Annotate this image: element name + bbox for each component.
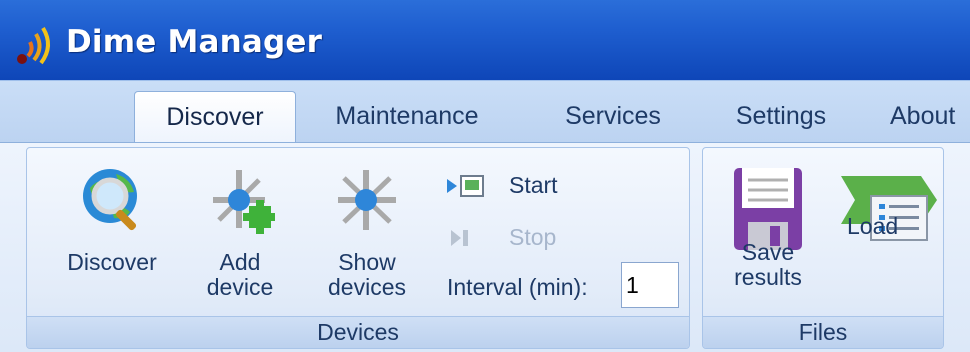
add-device-icon	[213, 170, 275, 234]
show-devices-label-1: Show	[338, 249, 396, 275]
save-label-2: results	[734, 264, 802, 290]
show-devices-button[interactable]: Show devices	[307, 166, 427, 300]
window-title: Dime Manager	[66, 24, 323, 60]
start-label: Start	[509, 172, 558, 198]
signal-icon	[17, 26, 50, 65]
tab-services[interactable]: Services	[544, 91, 682, 143]
devices-group-label: Devices	[27, 316, 689, 348]
interval-input[interactable]	[621, 262, 679, 308]
ribbon-panel: Discover Add device Show devices Start S…	[0, 142, 970, 352]
tab-discover[interactable]: Discover	[134, 91, 296, 143]
start-button[interactable]: Start	[445, 168, 605, 202]
files-group: Save results Load Files	[702, 147, 944, 349]
ribbon-tabs: Discover Maintenance Services Settings A…	[0, 80, 970, 143]
save-results-button[interactable]: Save results	[713, 166, 823, 290]
app-window: Dime Manager Discover Maintenance Servic…	[0, 0, 970, 352]
title-bar: Dime Manager	[0, 0, 970, 80]
tab-maintenance[interactable]: Maintenance	[312, 91, 502, 143]
stop-label: Stop	[509, 224, 557, 250]
load-file-icon	[841, 176, 937, 241]
add-device-button[interactable]: Add device	[185, 166, 295, 300]
discover-button[interactable]: Discover	[47, 166, 177, 275]
add-device-label-2: device	[206, 274, 274, 300]
show-devices-label-2: devices	[328, 274, 406, 300]
start-icon	[447, 175, 484, 197]
globe-search-icon	[83, 169, 137, 231]
devices-group: Discover Add device Show devices Start S…	[26, 147, 690, 349]
discover-label: Discover	[67, 249, 157, 275]
load-button[interactable]: Load	[833, 166, 939, 241]
network-devices-icon	[338, 170, 396, 230]
interval-label: Interval (min):	[447, 274, 588, 300]
stop-button[interactable]: Stop	[445, 220, 605, 254]
tab-settings[interactable]: Settings	[718, 91, 844, 143]
save-label-1: Save	[741, 239, 795, 265]
stop-icon	[451, 230, 468, 246]
add-device-label-1: Add	[219, 249, 261, 275]
files-group-label: Files	[703, 316, 943, 348]
tab-about[interactable]: About	[890, 91, 970, 143]
